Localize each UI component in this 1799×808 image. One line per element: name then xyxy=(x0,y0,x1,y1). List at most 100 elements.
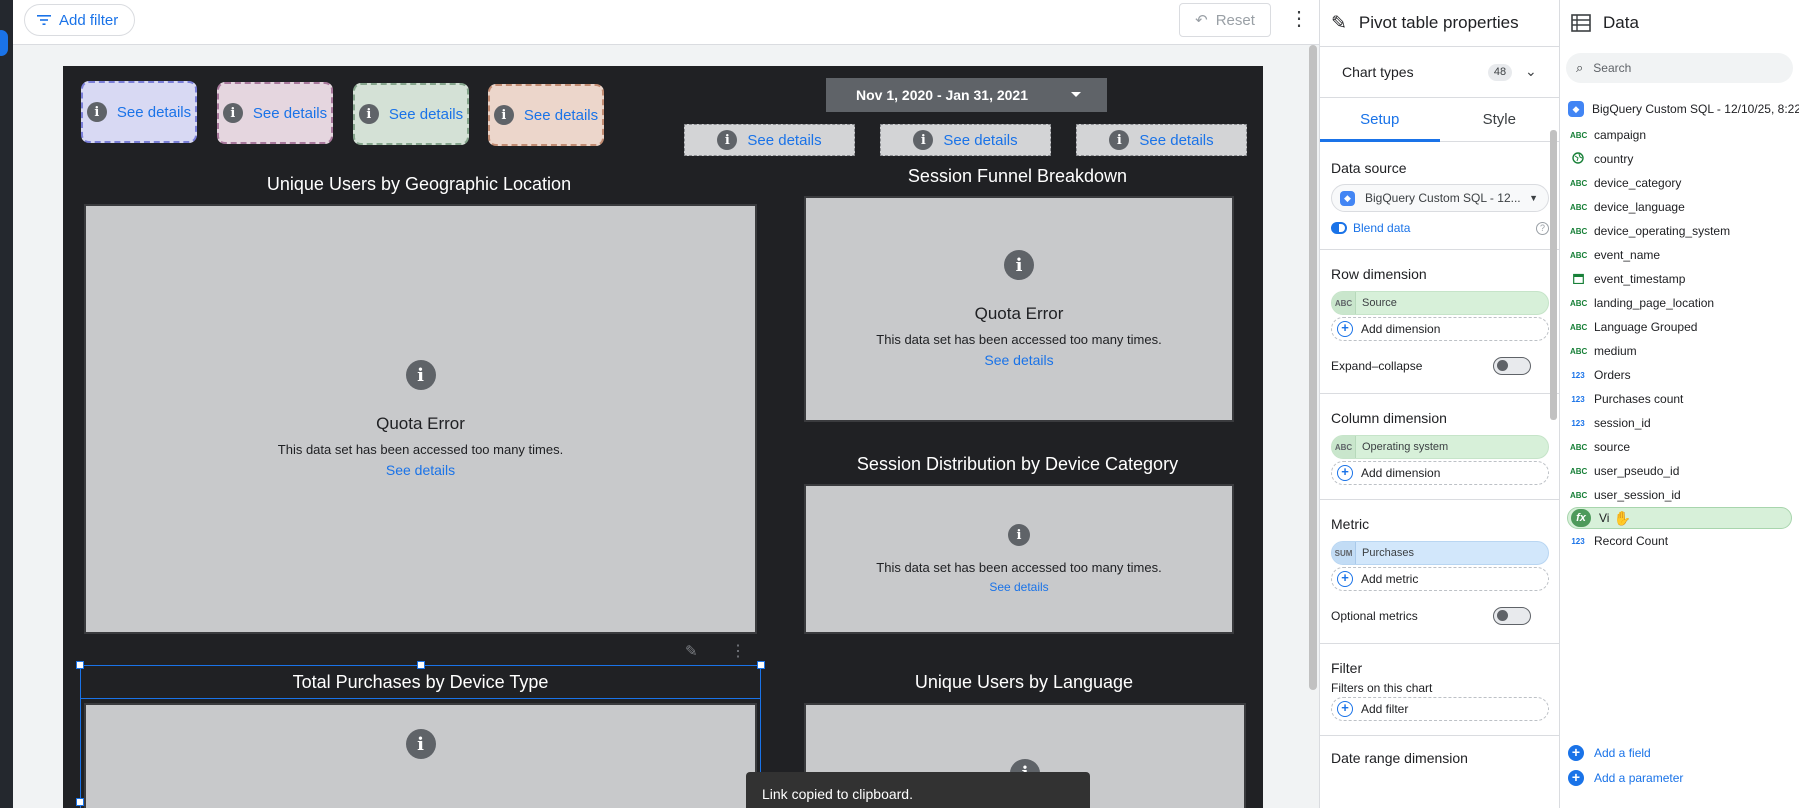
add-field-link[interactable]: + Add a field xyxy=(1568,740,1683,765)
resize-handle[interactable] xyxy=(757,661,765,669)
field-item[interactable]: country xyxy=(1560,147,1799,171)
dropdown-caret-icon xyxy=(1071,92,1081,97)
see-details-tile[interactable]: i See details xyxy=(1076,124,1247,156)
see-details-link[interactable]: See details xyxy=(253,105,327,122)
field-item[interactable]: ABC source xyxy=(1560,435,1799,459)
properties-scrollbar[interactable] xyxy=(1550,130,1557,420)
field-item[interactable]: ABC event_name xyxy=(1560,243,1799,267)
field-item[interactable]: ABC user_pseudo_id xyxy=(1560,459,1799,483)
expand-collapse-toggle[interactable] xyxy=(1493,357,1531,375)
chart-geo-users[interactable]: i Quota Error This data set has been acc… xyxy=(84,204,757,634)
chevron-down-icon[interactable]: ⌄ xyxy=(1525,63,1537,80)
see-details-tile[interactable]: i See details xyxy=(353,83,469,145)
optional-metrics-toggle[interactable] xyxy=(1493,607,1531,625)
field-name: device_operating_system xyxy=(1594,224,1731,238)
add-parameter-link[interactable]: + Add a parameter xyxy=(1568,765,1683,790)
see-details-link[interactable]: See details xyxy=(984,352,1053,368)
field-item[interactable]: 123 Record Count xyxy=(1560,529,1799,553)
data-title: Data xyxy=(1603,13,1639,32)
resize-handle[interactable] xyxy=(417,661,425,669)
resize-handle[interactable] xyxy=(76,661,84,669)
info-icon: i xyxy=(222,103,243,123)
info-icon: i xyxy=(1109,130,1130,150)
add-circle-icon: + xyxy=(1337,321,1353,337)
see-details-link[interactable]: See details xyxy=(747,132,821,149)
tab-setup[interactable]: Setup xyxy=(1320,98,1440,141)
resize-handle[interactable] xyxy=(76,798,84,806)
field-name: Vi xyxy=(1599,511,1610,525)
add-metric-button[interactable]: + Add metric xyxy=(1331,567,1549,591)
search-placeholder: Search xyxy=(1593,61,1632,75)
column-dimension-name: Operating system xyxy=(1362,441,1449,453)
text-type-icon: ABC xyxy=(1570,466,1588,476)
field-item[interactable]: fx Vi ✋ xyxy=(1567,507,1792,529)
add-filter-button[interactable]: Add filter xyxy=(24,4,136,36)
column-dimension-chip[interactable]: ABC Operating system xyxy=(1331,435,1549,459)
add-dimension-label: Add dimension xyxy=(1361,466,1441,480)
metric-name: Purchases xyxy=(1362,547,1414,559)
chart-session-funnel[interactable]: i Quota Error This data set has been acc… xyxy=(804,196,1234,422)
reset-button[interactable]: ↶ Reset xyxy=(1179,3,1271,37)
field-item[interactable]: 123 session_id xyxy=(1560,411,1799,435)
chart-purchases-device[interactable]: i xyxy=(84,703,757,808)
more-vert-icon[interactable]: ⋮ xyxy=(1289,9,1309,31)
data-source-header[interactable]: ◆ BigQuery Custom SQL - 12/10/25, 8:22..… xyxy=(1560,101,1799,117)
edit-pencil-icon[interactable]: ✎ xyxy=(685,642,698,660)
field-item[interactable]: ABC medium xyxy=(1560,339,1799,363)
table-icon xyxy=(1571,14,1591,32)
see-details-tile[interactable]: i See details xyxy=(81,81,197,143)
add-chart-filter-button[interactable]: + Add filter xyxy=(1331,697,1549,721)
field-item[interactable]: 123 Orders xyxy=(1560,363,1799,387)
see-details-link[interactable]: See details xyxy=(989,580,1048,594)
add-column-dimension-button[interactable]: + Add dimension xyxy=(1331,461,1549,485)
field-item[interactable]: 123 Purchases count xyxy=(1560,387,1799,411)
field-name: session_id xyxy=(1594,416,1651,430)
row-dimension-heading: Row dimension xyxy=(1331,266,1427,282)
see-details-link[interactable]: See details xyxy=(943,132,1017,149)
properties-title: Pivot table properties xyxy=(1358,13,1519,32)
canvas-scrollbar[interactable] xyxy=(1309,45,1317,690)
see-details-tile[interactable]: i See details xyxy=(684,124,855,156)
field-item[interactable]: ABC device_operating_system xyxy=(1560,219,1799,243)
field-item[interactable]: ABC landing_page_location xyxy=(1560,291,1799,315)
see-details-tile[interactable]: i See details xyxy=(880,124,1051,156)
filter-heading: Filter xyxy=(1331,660,1363,676)
text-type-icon: ABC xyxy=(1570,322,1588,332)
field-item[interactable]: ABC Language Grouped xyxy=(1560,315,1799,339)
field-list: ABC campaign country ABC device_category ABC d… xyxy=(1560,123,1799,553)
properties-header: ✎ Pivot table properties xyxy=(1320,0,1559,46)
see-details-tile[interactable]: i See details xyxy=(217,82,333,144)
row-dimension-chip[interactable]: ABC Source xyxy=(1331,291,1549,315)
add-row-dimension-button[interactable]: + Add dimension xyxy=(1331,317,1549,341)
date-range-control[interactable]: Nov 1, 2020 - Jan 31, 2021 xyxy=(826,78,1107,112)
field-search-input[interactable]: ⌕ Search xyxy=(1566,53,1793,83)
see-details-tile[interactable]: i See details xyxy=(488,84,604,146)
see-details-link[interactable]: See details xyxy=(389,106,463,123)
blend-data-link[interactable]: Blend data ? xyxy=(1331,221,1549,235)
chart-device-category[interactable]: i This data set has been accessed too ma… xyxy=(804,484,1234,634)
see-details-link[interactable]: See details xyxy=(117,104,191,121)
tab-style[interactable]: Style xyxy=(1440,98,1560,141)
data-source-name: BigQuery Custom SQL - 12/10/25, 8:22... xyxy=(1592,102,1799,116)
field-item[interactable]: ABC user_session_id xyxy=(1560,483,1799,507)
bigquery-icon: ◆ xyxy=(1568,101,1584,117)
more-vert-icon[interactable]: ⋮ xyxy=(730,641,746,661)
rail-indicator[interactable] xyxy=(0,30,8,56)
field-item[interactable]: ABC campaign xyxy=(1560,123,1799,147)
help-icon[interactable]: ? xyxy=(1536,221,1549,235)
data-source-select[interactable]: ◆ BigQuery Custom SQL - 12... ▼ xyxy=(1331,184,1549,212)
see-details-link[interactable]: See details xyxy=(524,107,598,124)
text-type-icon: ABC xyxy=(1570,226,1588,236)
field-name: country xyxy=(1594,152,1634,166)
field-item[interactable]: ABC device_language xyxy=(1560,195,1799,219)
chart-title: Session Funnel Breakdown xyxy=(907,166,1128,186)
chart-types-selector[interactable]: Chart types 48 ⌄ xyxy=(1320,46,1559,98)
field-item[interactable]: ABC device_category xyxy=(1560,171,1799,195)
see-details-link[interactable]: See details xyxy=(1139,132,1213,149)
see-details-link[interactable]: See details xyxy=(386,462,455,478)
field-name: source xyxy=(1594,440,1631,454)
undo-icon: ↶ xyxy=(1195,12,1208,29)
field-item[interactable]: event_timestamp xyxy=(1560,267,1799,291)
metric-chip[interactable]: SUM Purchases xyxy=(1331,541,1549,565)
search-icon: ⌕ xyxy=(1576,60,1584,75)
